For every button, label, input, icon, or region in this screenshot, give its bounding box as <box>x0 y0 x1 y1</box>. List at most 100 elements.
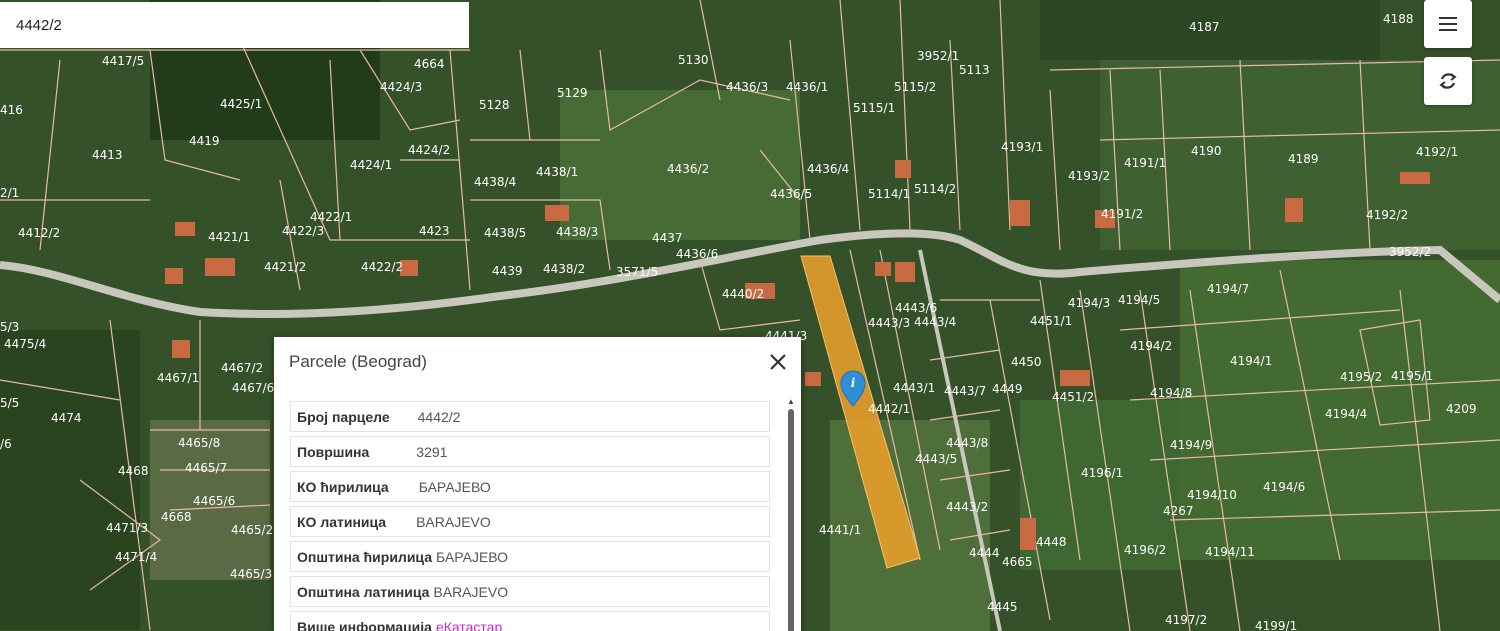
parcel-label: 4668 <box>161 510 192 524</box>
parcel-label: 4193/1 <box>1001 140 1043 154</box>
parcel-label: 4422/3 <box>282 224 324 238</box>
parcel-label: 4412/2 <box>18 226 60 240</box>
refresh-icon <box>1439 73 1457 89</box>
parcel-label: 4441/1 <box>819 523 861 537</box>
scrollbar-thumb[interactable] <box>788 409 794 631</box>
parcel-label: 4192/2 <box>1366 208 1408 222</box>
parcel-label: 5128 <box>479 98 510 112</box>
parcel-label: 4443/3 <box>868 316 910 330</box>
parcel-label: 3952/1 <box>917 49 959 63</box>
parcel-label: 4439 <box>492 264 523 278</box>
parcel-label: 4194/7 <box>1207 282 1249 296</box>
parcel-label: 4664 <box>414 57 445 71</box>
row-key: Општина ћирилица <box>297 548 432 565</box>
parcel-label: 4436/3 <box>726 80 768 94</box>
parcel-label: 4187 <box>1189 20 1220 34</box>
parcel-label: 4192/1 <box>1416 145 1458 159</box>
scroll-up-icon[interactable]: ▲ <box>787 397 795 406</box>
parcel-label: 5/5 <box>0 396 19 410</box>
parcel-label: 4465/6 <box>193 494 235 508</box>
parcel-label: 4465/2 <box>231 523 273 537</box>
parcel-label: 4443/6 <box>895 301 937 315</box>
row-key: КО латиница <box>297 513 387 530</box>
parcel-label: 4197/2 <box>1165 613 1207 627</box>
parcel-label: 4423 <box>419 224 450 238</box>
parcel-label: 4443/5 <box>915 452 957 466</box>
parcel-label: 5113 <box>959 63 990 77</box>
parcel-label: 4421/1 <box>208 230 250 244</box>
parcel-label: 4471/4 <box>115 550 157 564</box>
parcel-label: 4465/7 <box>185 461 227 475</box>
parcel-label: 4195/2 <box>1340 370 1382 384</box>
parcel-label: 5114/2 <box>914 182 956 196</box>
parcel-label: 4444 <box>969 546 1000 560</box>
parcel-label: 4191/2 <box>1101 207 1143 221</box>
parcel-label: 4468 <box>118 464 149 478</box>
parcel-label: 4194/11 <box>1205 545 1255 559</box>
parcel-label: 4450 <box>1011 355 1042 369</box>
parcel-label: 4424/2 <box>408 143 450 157</box>
parcel-label: 4413 <box>92 148 123 162</box>
row-value: BARAJEVO <box>416 513 491 530</box>
parcel-label: 4436/5 <box>770 187 812 201</box>
parcel-label: 4436/1 <box>786 80 828 94</box>
panel-scrollbar[interactable]: ▲ <box>786 397 796 631</box>
parcel-label: 4194/4 <box>1325 407 1367 421</box>
parcel-label: 4440/2 <box>722 287 764 301</box>
parcel-label: 4436/2 <box>667 162 709 176</box>
parcel-label: 4443/4 <box>914 315 956 329</box>
parcel-label: 4194/9 <box>1170 438 1212 452</box>
search-input[interactable]: 4442/2 <box>0 2 469 48</box>
refresh-button[interactable] <box>1424 57 1472 105</box>
parcel-label: 4195/1 <box>1391 369 1433 383</box>
parcel-label: 4445 <box>987 600 1018 614</box>
parcel-label: 4448 <box>1036 535 1067 549</box>
close-icon <box>770 354 786 370</box>
parcel-label: 4194/1 <box>1230 354 1272 368</box>
parcel-label: 4437 <box>652 231 683 245</box>
parcel-label: 4425/1 <box>220 97 262 111</box>
parcel-label: 4436/6 <box>676 247 718 261</box>
row-key: Број парцеле <box>297 408 390 425</box>
parcel-label: 4438/4 <box>474 175 516 189</box>
parcel-label: 4467/2 <box>221 361 263 375</box>
row-value: БАРАЈЕВО <box>418 478 491 495</box>
parcel-label: 4194/2 <box>1130 339 1172 353</box>
parcel-label: 4194/6 <box>1263 480 1305 494</box>
menu-button[interactable] <box>1424 0 1472 48</box>
parcel-label: 5129 <box>557 86 588 100</box>
parcel-label: 4438/1 <box>536 165 578 179</box>
parcel-label: 4451/2 <box>1052 390 1094 404</box>
table-row: Општина ћирилица БАРАЈЕВО <box>290 541 770 572</box>
parcel-label: 4443/7 <box>944 384 986 398</box>
parcel-label: 4443/8 <box>946 436 988 450</box>
parcel-label: 4438/2 <box>543 262 585 276</box>
parcel-label: 4474 <box>51 411 82 425</box>
parcel-label: 4475/4 <box>4 337 46 351</box>
row-value: 4442/2 <box>417 408 461 425</box>
row-value: BARAJEVO <box>433 583 509 600</box>
row-key: Општина латиница <box>297 583 430 600</box>
panel-title: Parcele (Beograd) <box>289 352 427 371</box>
parcel-label: 2/1 <box>0 186 19 200</box>
parcel-label: 4417/5 <box>102 54 144 68</box>
parcel-label: 4424/1 <box>350 158 392 172</box>
close-button[interactable] <box>767 351 789 373</box>
parcel-label: 4467/1 <box>157 371 199 385</box>
parcel-label: 4193/2 <box>1068 169 1110 183</box>
parcel-label: 3952/2 <box>1389 245 1431 259</box>
table-row: Број парцеле 4442/2 <box>290 401 770 432</box>
parcel-label: 4438/5 <box>484 226 526 240</box>
parcel-label: 4194/5 <box>1118 293 1160 307</box>
ekatastar-link[interactable]: еКатастар <box>436 619 502 631</box>
parcel-label: 4422/2 <box>361 260 403 274</box>
table-row: Општина латиница BARAJEVO <box>290 576 770 607</box>
parcel-label: 4436/4 <box>807 162 849 176</box>
parcel-label: 4191/1 <box>1124 156 1166 170</box>
attribute-table: Број парцеле 4442/2 Површина 3291 КО ћир… <box>290 401 770 631</box>
parcel-label: 4443/2 <box>946 500 988 514</box>
parcel-label: 5114/1 <box>868 187 910 201</box>
parcel-label: 4194/3 <box>1068 296 1110 310</box>
parcel-label: 4194/8 <box>1150 386 1192 400</box>
parcel-label: 4442/1 <box>868 402 910 416</box>
